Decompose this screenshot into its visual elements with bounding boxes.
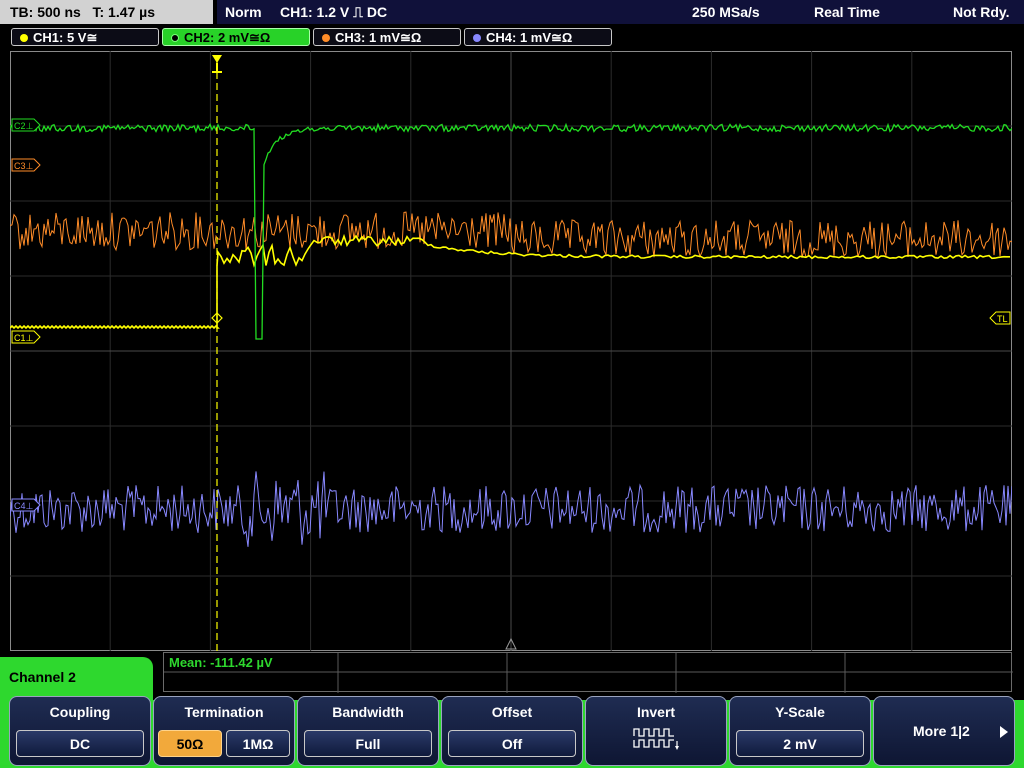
ch4-label: CH4: 1 mV≅Ω [486,30,573,45]
termination-softkey[interactable]: Termination 50Ω 1MΩ [153,696,295,766]
coupling-value[interactable]: DC [16,730,144,757]
svg-text:C3⊥: C3⊥ [14,161,34,171]
timebase-value: TB: 500 ns [10,4,81,20]
tab-ch2[interactable]: CH2: 2 mV≅Ω [162,28,310,46]
measurement-grid [164,653,1013,693]
termination-title: Termination [184,704,264,720]
status-bar: TB: 500 ns T: 1.47 µs Norm CH1: 1.2 V ⎍ … [0,0,1024,25]
trigger-info[interactable]: CH1: 1.2 V ⎍ DC [280,0,387,24]
ch3-label: CH3: 1 mV≅Ω [335,30,422,45]
svg-text:C2⊥: C2⊥ [14,121,34,131]
ch2-label: CH2: 2 mV≅Ω [184,30,271,45]
ch4-offset-marker[interactable]: C4⊥ [11,498,41,512]
ch3-color-icon [322,34,330,42]
offset-title: Offset [491,704,533,720]
next-page-icon [1000,726,1008,738]
more-softkey[interactable]: More 1|2 [873,696,1015,766]
coupling-title: Coupling [49,704,111,720]
ch1-label: CH1: 5 V≅ [33,30,98,45]
ch3-offset-marker[interactable]: C3⊥ [11,158,41,172]
svg-text:C4⊥: C4⊥ [14,501,34,511]
bandwidth-softkey[interactable]: Bandwidth Full [297,696,439,766]
svg-text:C1⊥: C1⊥ [14,333,34,343]
invert-softkey[interactable]: Invert [585,696,727,766]
acquisition-mode: Real Time [814,4,880,20]
sample-rate: 250 MSa/s [692,4,760,20]
ch1-offset-marker[interactable]: C1⊥ [11,330,41,344]
bandwidth-title: Bandwidth [332,704,404,720]
termination-1mohm-option[interactable]: 1MΩ [226,730,290,757]
mean-measurement: Mean: -111.42 µV [169,655,273,670]
more-label: More 1|2 [913,723,970,739]
ch1-color-icon [20,34,28,42]
coupling-softkey[interactable]: Coupling DC [9,696,151,766]
bandwidth-value[interactable]: Full [304,730,432,757]
trigger-time-value: T: 1.47 µs [92,4,156,20]
timebase-readout[interactable]: TB: 500 ns T: 1.47 µs [0,0,213,24]
svg-text:TL: TL [997,314,1008,324]
ch2-color-icon [171,34,179,42]
tab-ch3[interactable]: CH3: 1 mV≅Ω [313,28,461,46]
measurement-panel: Mean: -111.42 µV [163,652,1013,693]
invert-title: Invert [636,704,676,720]
menu-title-label: Channel 2 [9,669,76,685]
tab-ch1[interactable]: CH1: 5 V≅ [11,28,159,46]
yscale-value[interactable]: 2 mV [736,730,864,757]
offset-softkey[interactable]: Offset Off [441,696,583,766]
waveform-display[interactable]: C2⊥ C3⊥ C1⊥ C4⊥ TL [10,51,1012,651]
ch4-color-icon [473,34,481,42]
ch2-offset-marker[interactable]: C2⊥ [11,118,41,132]
invert-waveform-icon [633,728,679,750]
yscale-softkey[interactable]: Y-Scale 2 mV [729,696,871,766]
run-status: Not Rdy. [953,4,1010,20]
tab-ch4[interactable]: CH4: 1 mV≅Ω [464,28,612,46]
termination-50ohm-option[interactable]: 50Ω [158,730,222,757]
trigger-mode[interactable]: Norm [225,0,262,24]
yscale-title: Y-Scale [775,704,825,720]
menu-title: Channel 2 [0,657,153,701]
offset-value[interactable]: Off [448,730,576,757]
acquisition-status: Norm CH1: 1.2 V ⎍ DC 250 MSa/s Real Time… [217,0,1024,24]
